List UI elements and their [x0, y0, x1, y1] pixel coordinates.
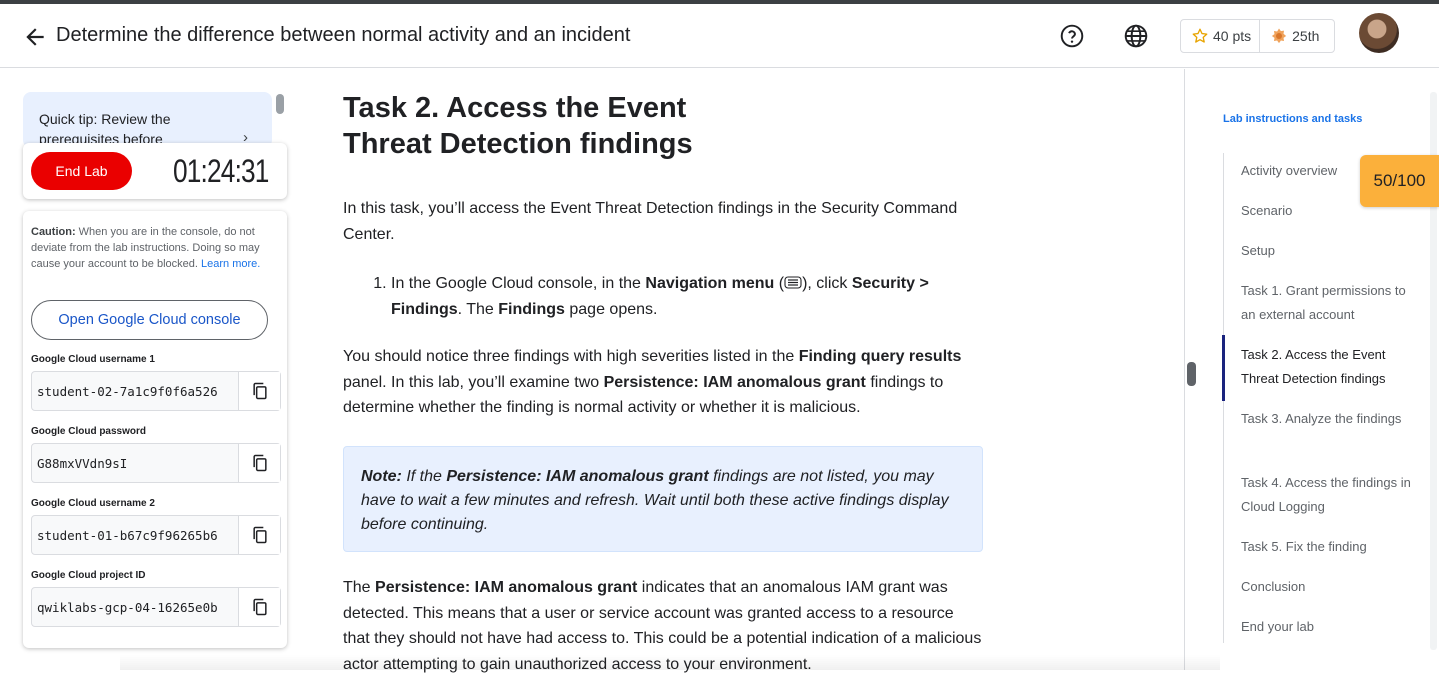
iam-grant-term: Persistence: IAM anomalous grant: [603, 373, 866, 391]
end-lab-button[interactable]: End Lab: [31, 152, 132, 190]
note-text: If the: [401, 468, 447, 485]
content-scrollbar[interactable]: [1187, 362, 1196, 386]
para-text: The: [343, 579, 376, 596]
score-badge[interactable]: 50/100: [1360, 155, 1439, 207]
header: Determine the difference between normal …: [0, 4, 1439, 68]
username2-label: Google Cloud username 2: [31, 498, 155, 509]
caution-text: Caution: When you are in the console, do…: [31, 224, 281, 272]
para-text: panel. In this lab, you’ll examine two: [343, 373, 604, 391]
task-intro: In this task, you’ll access the Event Th…: [343, 200, 958, 243]
points-badge[interactable]: 40 pts 25th: [1180, 19, 1335, 53]
learn-more-link[interactable]: Learn more.: [201, 258, 260, 270]
copy-icon: [252, 382, 267, 400]
help-icon[interactable]: [1059, 23, 1085, 49]
step-1: In the Google Cloud console, in the Navi…: [391, 271, 983, 322]
globe-icon[interactable]: [1123, 23, 1149, 49]
nav-menu-term: Navigation menu: [645, 275, 775, 292]
iam-grant-term: Persistence: IAM anomalous grant: [446, 468, 709, 485]
para-text: You should notice three findings with hi…: [343, 348, 799, 365]
note-label: Note:: [361, 468, 402, 485]
copy-project-id-button[interactable]: [238, 588, 280, 626]
task-heading: Task 2. Access the Event Threat Detectio…: [343, 92, 693, 160]
username1-field: student-02-7a1c9f0f6a526: [31, 371, 281, 411]
bottom-shadow: [120, 655, 1220, 670]
lab-timer: 01:24:31: [173, 153, 269, 189]
toc-item-setup[interactable]: Setup: [1241, 239, 1411, 263]
step-text: page opens.: [564, 300, 658, 318]
caution-label: Caution:: [31, 226, 76, 238]
note-box: Note: If the Persistence: IAM anomalous …: [343, 446, 983, 552]
step-text: ), click: [802, 275, 852, 292]
panel-divider: [1184, 69, 1185, 670]
quick-tip[interactable]: Quick tip: Review the prerequisites befo…: [23, 92, 272, 148]
menu-icon: [784, 276, 802, 289]
points-value: 40 pts: [1213, 28, 1252, 44]
username2-field: student-01-b67c9f96265b6: [31, 515, 281, 555]
left-scrollbar[interactable]: [276, 94, 284, 114]
toc-heading[interactable]: Lab instructions and tasks: [1223, 113, 1362, 125]
iam-grant-term: Persistence: IAM anomalous grant: [375, 579, 638, 596]
toc-item-task-4[interactable]: Task 4. Access the findings in Cloud Log…: [1241, 471, 1411, 519]
project-id-value[interactable]: qwiklabs-gcp-04-16265e0b: [37, 600, 227, 615]
project-id-label: Google Cloud project ID: [31, 570, 146, 581]
lab-content: Task 2. Access the Event Threat Detectio…: [343, 90, 983, 421]
toc-active-indicator: [1222, 335, 1225, 401]
rank-value: 25th: [1292, 28, 1320, 44]
toc-item-task-3[interactable]: Task 3. Analyze the findings: [1241, 407, 1411, 431]
username1-value[interactable]: student-02-7a1c9f0f6a526: [37, 384, 227, 399]
username1-label: Google Cloud username 1: [31, 354, 155, 365]
findings-term: Findings: [498, 300, 565, 318]
toc-item-task-2[interactable]: Task 2. Access the Event Threat Detectio…: [1241, 343, 1411, 391]
copy-password-button[interactable]: [238, 444, 280, 482]
project-id-field: qwiklabs-gcp-04-16265e0b: [31, 587, 281, 627]
password-field: G88mxVVdn9sI: [31, 443, 281, 483]
copy-username1-button[interactable]: [238, 372, 280, 410]
copy-icon: [252, 526, 267, 544]
copy-icon: [252, 454, 267, 472]
password-value[interactable]: G88mxVVdn9sI: [37, 456, 227, 471]
toc-item-end-lab[interactable]: End your lab: [1241, 615, 1411, 639]
toc-item-task-1[interactable]: Task 1. Grant permissions to an external…: [1241, 279, 1411, 327]
username2-value[interactable]: student-01-b67c9f96265b6: [37, 528, 227, 543]
timer-card: End Lab 01:24:31: [23, 143, 287, 199]
copy-username2-button[interactable]: [238, 516, 280, 554]
avatar[interactable]: [1359, 13, 1399, 53]
finding-query-results-term: Finding query results: [798, 348, 962, 365]
back-arrow-icon[interactable]: [22, 24, 48, 50]
copy-icon: [252, 598, 267, 616]
star-icon: [1192, 28, 1208, 43]
step-text: (: [774, 275, 785, 292]
findings-paragraph: You should notice three findings with hi…: [343, 344, 983, 421]
toc-item-task-5[interactable]: Task 5. Fix the finding: [1241, 535, 1411, 559]
open-console-button[interactable]: Open Google Cloud console: [31, 300, 268, 340]
steps-list: In the Google Cloud console, in the Navi…: [343, 271, 983, 322]
password-label: Google Cloud password: [31, 426, 147, 437]
step-text: . The: [457, 300, 499, 318]
toc-item-conclusion[interactable]: Conclusion: [1241, 575, 1411, 599]
league-badge-icon: [1272, 28, 1287, 44]
step-text: In the Google Cloud console, in the: [391, 275, 646, 292]
page-title: Determine the difference between normal …: [56, 24, 631, 46]
credentials-card: Caution: When you are in the console, do…: [23, 211, 287, 648]
